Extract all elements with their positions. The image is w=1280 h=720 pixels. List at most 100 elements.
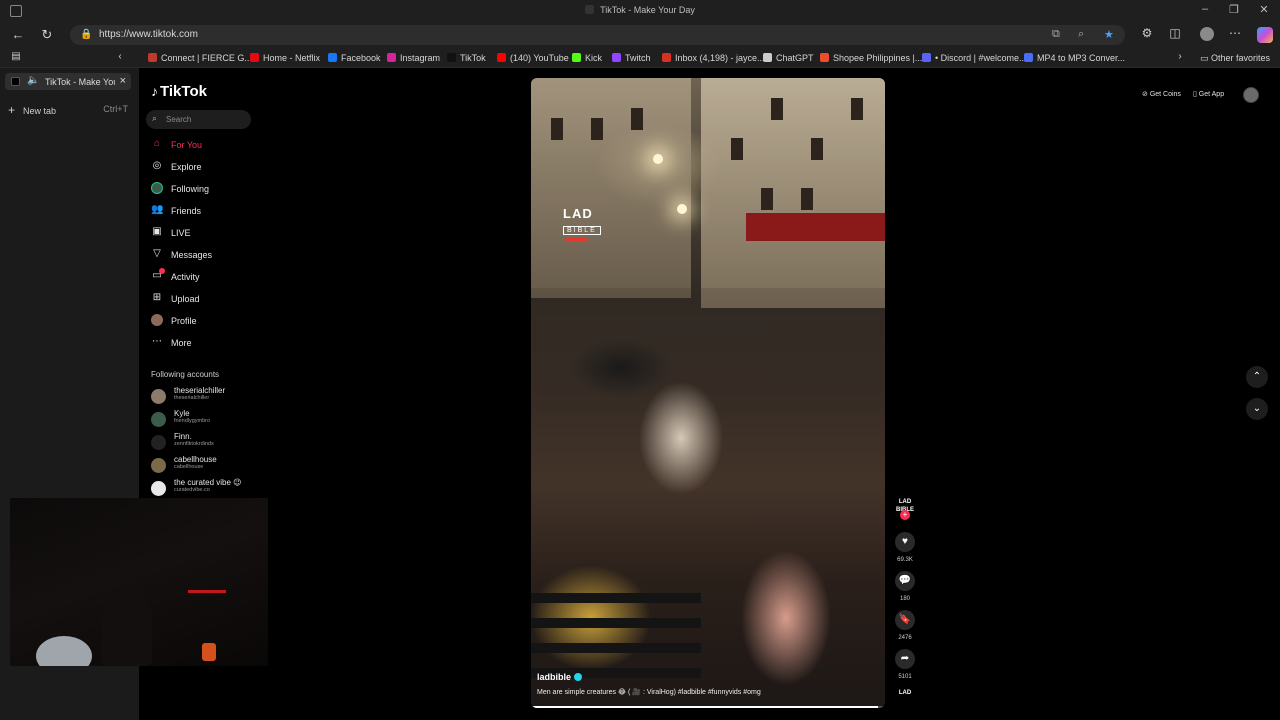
close-tab-icon[interactable]: × [120,75,126,87]
url-text[interactable]: https://www.tiktok.com [99,29,198,40]
bookmark-item[interactable]: Instagram [387,53,440,63]
refresh-icon[interactable]: ↻ [37,26,57,44]
nav-item-friends[interactable]: 👥 Friends [151,202,261,220]
share-arrow-icon[interactable]: ➦ [895,649,915,669]
bookmark-favicon-icon [250,53,259,62]
nav-item-following[interactable]: Following [151,180,261,198]
music-disc-icon[interactable]: LAD [896,690,914,696]
nav-item-messages[interactable]: ▽ Messages [151,246,261,264]
following-account[interactable]: Kyle friendlygymbro [151,409,261,431]
minimize-icon[interactable]: – [1195,3,1215,15]
video-window [551,118,563,140]
video-window [631,108,643,130]
nav-item-for-you[interactable]: ⌂ For You [151,136,261,154]
bookmark-item[interactable]: Inbox (4,198) - jayce... [662,53,765,63]
plus-icon: + [8,103,16,117]
back-icon[interactable]: ← [8,26,28,44]
nav-item-more[interactable]: ⋯ More [151,334,261,352]
video-progress-bar[interactable] [531,706,885,708]
speaker-icon[interactable]: 🔈 [27,75,39,86]
nav-item-live[interactable]: ▣ LIVE [151,224,261,242]
search-input[interactable] [166,112,246,127]
save-count: 2476 [898,635,912,641]
previous-video-chevron-up-icon[interactable]: ⌃ [1246,366,1268,388]
tiktok-logo[interactable]: ♪ TikTok [151,83,207,100]
account-avatar [151,389,166,404]
video-shirt-stripe [531,643,701,653]
bookmark-item[interactable]: Connect | FIERCE G... [148,53,252,63]
user-avatar[interactable] [1243,87,1259,103]
favorite-star-icon[interactable]: ★ [1104,28,1114,41]
bookmark-item[interactable]: ChatGPT [763,53,814,63]
zoom-icon[interactable]: ⌕ [1078,28,1084,41]
get-app-button[interactable]: ▯ Get App [1193,90,1224,98]
video-shirt-stripe [531,618,701,628]
like-heart-icon[interactable]: ♥ [895,532,915,552]
sidebar-toggle-icon[interactable]: ▤ [6,48,26,66]
bookmark-item[interactable]: Home - Netflix [250,53,320,63]
home-icon: ⌂ [153,138,161,149]
video-street-lamp [677,204,687,214]
account-avatar [151,481,166,496]
account-name: cabellhouse [174,455,217,464]
webcam-orange-object [202,643,216,661]
bookmark-item[interactable]: Facebook [328,53,381,63]
bookmark-favicon-icon [447,53,456,62]
bookmark-icon[interactable]: 🔖 [895,610,915,630]
account-handle: cabellhouse [174,464,204,470]
bookmark-favicon-icon [1024,53,1033,62]
address-bar[interactable]: 🔒 https://www.tiktok.com ⧉ ⌕ ★ [70,25,1125,45]
video-window [591,118,603,140]
tab-tiktok[interactable]: 🔈 TikTok - Make Your Day × [5,73,131,90]
bookmark-favicon-icon [922,53,931,62]
next-video-chevron-down-icon[interactable]: ⌄ [1246,398,1268,420]
video-red-awning [746,213,885,241]
browser-toolbar: ← ↻ 🔒 https://www.tiktok.com ⧉ ⌕ ★ ⚙ ◫ ⋯ [0,22,1280,48]
open-in-app-icon[interactable]: ⧉ [1052,28,1060,41]
browser-profile-avatar[interactable] [1200,27,1214,41]
nav-item-upload[interactable]: ⊞ Upload [151,290,261,308]
video-author[interactable]: ladbible [537,672,877,682]
nav-item-activity[interactable]: ▭ Activity [151,268,261,286]
bookmarks-scroll-left-icon[interactable]: ‹ [110,48,130,66]
bookmark-item[interactable]: MP4 to MP3 Conver... [1024,53,1125,63]
account-name: theserialchiller [174,386,226,395]
bookmark-item[interactable]: Kick [572,53,602,63]
bookmark-favicon-icon [328,53,337,62]
nav-item-profile[interactable]: Profile [151,312,261,330]
split-screen-icon[interactable]: ◫ [1166,26,1184,40]
webcam-overlay [10,498,268,666]
messages-icon: ▽ [153,248,161,259]
bookmark-favicon-icon [763,53,772,62]
site-info-icon[interactable]: 🔒 [80,29,92,40]
bookmark-item[interactable]: Shopee Philippines |... [820,53,922,63]
following-account[interactable]: Finn. zennfiktokrdinds [151,432,261,454]
bookmark-item[interactable]: (140) YouTube [497,53,569,63]
restore-icon[interactable]: ❐ [1224,3,1244,16]
following-account[interactable]: cabellhouse cabellhouse [151,455,261,477]
video-description[interactable]: Men are simple creatures 😂 ( 🎥 : ViralHo… [537,688,877,696]
get-coins-button[interactable]: ⊘ Get Coins [1142,90,1181,98]
other-favorites-button[interactable]: ▭ Other favorites [1200,53,1270,64]
copilot-icon[interactable] [1257,27,1273,43]
nav-item-explore[interactable]: ◎ Explore [151,158,261,176]
bookmark-item[interactable]: • Discord | #welcome... [922,53,1027,63]
account-name: Finn. [174,432,192,441]
bookmark-favicon-icon [820,53,829,62]
live-icon: ▣ [152,226,162,237]
close-window-icon[interactable]: ✕ [1254,3,1274,16]
extensions-icon[interactable]: ⚙ [1138,26,1156,40]
new-tab-button[interactable]: + New tab Ctrl+T [8,103,128,117]
video-window [771,98,783,120]
follow-plus-icon[interactable]: + [900,510,910,520]
bookmark-item[interactable]: TikTok [447,53,486,63]
bookmark-item[interactable]: Twitch [612,53,651,63]
video-player[interactable]: LAD BIBLE ladbible Men are simple creatu… [531,78,885,708]
following-account[interactable]: theserialchiller theserialchiller [151,386,261,408]
comment-icon[interactable]: 💬 [895,571,915,591]
ladbible-watermark: LAD BIBLE [563,206,617,241]
following-account[interactable]: the curated vibe 😉 curatedvibe.co [151,478,261,500]
search-box[interactable]: ⌕ [146,110,251,129]
bookmarks-scroll-right-icon[interactable]: › [1170,48,1190,66]
settings-more-icon[interactable]: ⋯ [1226,26,1244,40]
